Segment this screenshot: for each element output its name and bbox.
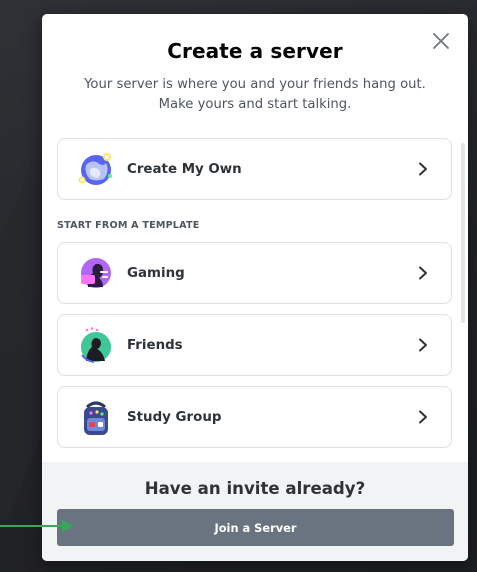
template-label-friends: Friends [127, 337, 183, 353]
chevron-right-icon [413, 263, 433, 283]
template-option-gaming[interactable]: Gaming [57, 242, 452, 304]
study-group-template-icon [84, 401, 108, 435]
create-server-globe-icon [78, 153, 112, 185]
join-server-button[interactable]: Join a Server [57, 509, 454, 546]
template-option-study-group[interactable]: Study Group [57, 386, 452, 448]
template-label-study-group: Study Group [127, 409, 222, 425]
chevron-right-icon [413, 335, 433, 355]
template-section-header: START FROM A TEMPLATE [57, 220, 200, 231]
gaming-template-icon [81, 258, 111, 288]
close-icon [433, 33, 449, 49]
options-list[interactable]: Create My Own START FROM A TEMPLATE Gami… [57, 138, 454, 460]
annotation-arrow-icon [0, 520, 74, 532]
create-my-own-option[interactable]: Create My Own [57, 138, 452, 200]
options-scrollbar[interactable] [461, 143, 465, 323]
friends-template-icon [81, 327, 111, 363]
chevron-right-icon [413, 407, 433, 427]
create-server-modal: Create a server Your server is where you… [42, 14, 468, 561]
template-label-gaming: Gaming [127, 265, 185, 281]
create-my-own-label: Create My Own [127, 161, 242, 177]
modal-footer: Have an invite already? Join a Server [42, 462, 468, 561]
close-button[interactable] [428, 28, 454, 54]
template-option-friends[interactable]: Friends [57, 314, 452, 376]
chevron-right-icon [413, 159, 433, 179]
modal-subtitle: Your server is where you and your friend… [84, 77, 426, 112]
invite-prompt: Have an invite already? [144, 479, 366, 498]
modal-title: Create a server [167, 39, 343, 63]
